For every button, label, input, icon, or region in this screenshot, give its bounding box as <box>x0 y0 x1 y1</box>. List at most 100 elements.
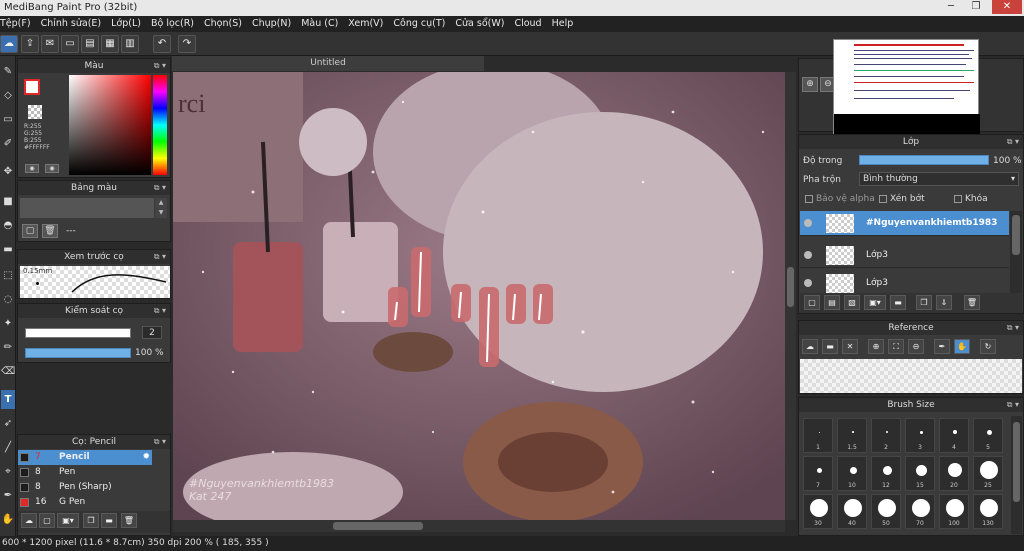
menu-view[interactable]: Xem(V) <box>344 16 389 32</box>
blend-mode-select[interactable]: Bình thường ▾ <box>859 172 1019 186</box>
close-reference-icon[interactable]: ✕ <box>842 339 858 354</box>
delete-layer-icon[interactable]: 🗑 <box>964 295 980 310</box>
zoom-in-icon[interactable]: ⊕ <box>868 339 884 354</box>
new-palette-icon[interactable]: ▢ <box>22 224 38 238</box>
cloud-icon[interactable]: ☁ <box>0 35 18 53</box>
brush-size-cell[interactable]: 1.5 <box>837 418 867 453</box>
panel-menu-icon[interactable]: ⧉ ▾ <box>154 435 166 449</box>
brush-menu-icon[interactable]: ▣▾ <box>57 513 79 528</box>
delete-palette-icon[interactable]: 🗑 <box>42 224 58 238</box>
brush-size-cell[interactable]: 10 <box>837 456 867 491</box>
cloud-brush-icon[interactable]: ☁ <box>21 513 37 528</box>
close-button[interactable]: ✕ <box>992 0 1022 14</box>
layer-add-menu-icon[interactable]: ▣▾ <box>864 295 886 310</box>
panel-menu-icon[interactable]: ⧉ ▾ <box>154 59 166 73</box>
brush-item-pencil[interactable]: 7 Pencil ✹ <box>18 450 152 465</box>
hue-slider[interactable] <box>153 75 167 175</box>
reference-canvas[interactable] <box>800 359 1022 393</box>
palette-scroll[interactable]: ▲ ▼ <box>155 198 167 218</box>
vertical-scroll-thumb[interactable] <box>787 267 794 307</box>
brush-size-cell[interactable]: 130 <box>973 494 1003 529</box>
bucket-tool-icon[interactable]: ◓ <box>1 216 15 235</box>
menu-filter[interactable]: Bộ lọc(R) <box>147 16 200 32</box>
comment-icon[interactable]: ✉ <box>41 35 59 53</box>
gradient-tool-icon[interactable]: ▬ <box>1 240 15 259</box>
brush-size-cell[interactable]: 7 <box>803 456 833 491</box>
menu-file[interactable]: Tệp(F) <box>0 16 37 32</box>
menu-cloud[interactable]: Cloud <box>510 16 547 32</box>
brush-opacity-slider[interactable] <box>25 348 131 358</box>
new-halftone-layer-icon[interactable]: ▧ <box>844 295 860 310</box>
brush-item-g-pen[interactable]: 16 G Pen <box>18 495 152 510</box>
brush-size-value[interactable]: 2 <box>142 326 162 339</box>
hand-icon[interactable]: ✋ <box>954 339 970 354</box>
menu-edit[interactable]: Chỉnh sửa(E) <box>37 16 108 32</box>
select-eraser-tool-icon[interactable]: ⌫ <box>1 362 15 381</box>
move-tool-icon[interactable]: ✥ <box>1 162 15 181</box>
operation-tool-icon[interactable]: ➶ <box>1 414 15 433</box>
menu-color[interactable]: Màu (C) <box>297 16 344 32</box>
grid-icon[interactable]: ▦ <box>101 35 119 53</box>
layer-opacity-slider[interactable] <box>859 155 989 165</box>
text-tool-icon[interactable]: T <box>1 390 15 409</box>
menu-tools[interactable]: Công cụ(T) <box>389 16 451 32</box>
menu-snap[interactable]: Chụp(N) <box>248 16 297 32</box>
gear-icon[interactable]: ✹ <box>142 450 150 465</box>
brush-item-pen[interactable]: 8 Pen <box>18 465 152 480</box>
clipping-checkbox[interactable]: Xén bớt <box>879 194 925 204</box>
panel-menu-icon[interactable]: ⧉ ▾ <box>154 181 166 195</box>
saturation-value-picker[interactable] <box>69 75 151 175</box>
new-brush-icon[interactable]: ▢ <box>39 513 55 528</box>
select-tool-icon[interactable]: ⬚ <box>1 266 15 285</box>
panel-menu-icon[interactable]: ⧉ ▾ <box>1007 135 1019 149</box>
share-icon[interactable]: ⇪ <box>21 35 39 53</box>
transparent-swatch[interactable] <box>28 105 42 119</box>
brush-size-cell[interactable]: 30 <box>803 494 833 529</box>
menu-select[interactable]: Chọn(S) <box>200 16 248 32</box>
layer-scroll-thumb[interactable] <box>1012 215 1020 255</box>
brush-item-pen-sharp[interactable]: 8 Pen (Sharp) <box>18 480 152 495</box>
eraser-tool-icon[interactable]: ◇ <box>1 86 15 105</box>
dropper-tool-icon[interactable]: ✒ <box>1 486 15 505</box>
folder-icon[interactable]: ▬ <box>101 513 117 528</box>
lock-checkbox[interactable]: Khóa <box>954 194 988 204</box>
brush-size-cell[interactable]: 50 <box>871 494 901 529</box>
pen-tool-icon[interactable]: ✐ <box>1 134 15 153</box>
new-layer-icon[interactable]: ▢ <box>804 295 820 310</box>
palette-swatches-area[interactable] <box>20 198 154 218</box>
brush-tool-icon[interactable]: ✎ <box>1 62 15 81</box>
artwork-canvas[interactable]: rci #Nguyenvankhiemtb1983 Kat 247 <box>173 72 785 520</box>
menu-help[interactable]: Help <box>548 16 580 32</box>
hand-tool-icon[interactable]: ✋ <box>1 510 15 529</box>
document-icon[interactable]: ▤ <box>81 35 99 53</box>
layer-folder-icon[interactable]: ▬ <box>890 295 906 310</box>
color-eyedrop-icon[interactable]: ◉ <box>45 164 59 173</box>
main-color-swatch[interactable] <box>24 79 40 95</box>
document-tab[interactable]: Untitled <box>172 56 484 71</box>
brush-size-cell[interactable]: 1 <box>803 418 833 453</box>
brush-size-cell[interactable]: 70 <box>905 494 935 529</box>
eye-icon[interactable] <box>804 219 812 227</box>
zoom-out-icon[interactable]: ⊖ <box>908 339 924 354</box>
layer-row-1[interactable]: #Nguyenvankhiemtb1983 ✹ <box>800 211 1019 236</box>
brush-size-cell[interactable]: 20 <box>939 456 969 491</box>
undo-icon[interactable]: ↶ <box>153 35 171 53</box>
brush-size-cell[interactable]: 2 <box>871 418 901 453</box>
copy-brush-icon[interactable]: ❐ <box>83 513 99 528</box>
brush-size-scroll-thumb[interactable] <box>1013 422 1020 502</box>
fill-rect-tool-icon[interactable]: ■ <box>1 192 15 211</box>
select-pen-tool-icon[interactable]: ✏ <box>1 338 15 357</box>
color-add-icon[interactable]: ◉ <box>25 164 39 173</box>
horizontal-scrollbar[interactable] <box>173 520 785 532</box>
eye-icon[interactable] <box>804 251 812 259</box>
brush-size-cell[interactable]: 40 <box>837 494 867 529</box>
vertical-scrollbar[interactable] <box>785 72 796 520</box>
menu-window[interactable]: Cửa sổ(W) <box>451 16 510 32</box>
brush-size-cell[interactable]: 5 <box>973 418 1003 453</box>
new-color-layer-icon[interactable]: ▤ <box>824 295 840 310</box>
eyedropper-icon[interactable]: ✒ <box>934 339 950 354</box>
rotate-icon[interactable]: ↻ <box>980 339 996 354</box>
merge-layer-icon[interactable]: ⇓ <box>936 295 952 310</box>
panel-menu-icon[interactable]: ⧉ ▾ <box>154 304 166 318</box>
cloud-reference-icon[interactable]: ☁ <box>802 339 818 354</box>
